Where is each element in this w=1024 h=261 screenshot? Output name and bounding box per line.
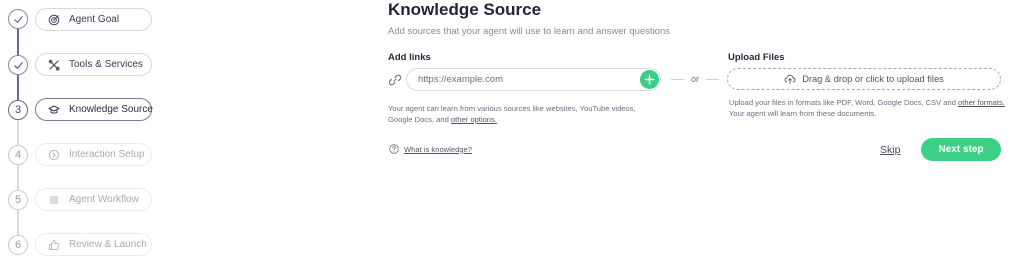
upload-files-label: Upload Files [728,52,785,63]
separator-line [671,78,684,80]
link-icon [388,73,402,86]
step-6-review-launch[interactable]: Review & Launch [35,233,152,256]
target-icon [48,14,60,26]
step-number: 6 [14,239,22,251]
tools-icon [48,59,60,71]
graduation-cap-icon [48,104,60,116]
step-connector [17,165,19,190]
upload-help-text: Upload your files in formats like PDF, W… [729,97,1019,119]
cloud-upload-icon [784,73,796,85]
next-step-button[interactable]: Next step [921,138,1001,161]
step-1-agent-goal[interactable]: Agent Goal [35,8,152,31]
plus-icon [644,74,655,85]
step-3-indicator: 3 [8,100,28,120]
list-icon [48,194,60,206]
separator-line [706,78,720,80]
other-formats-link[interactable]: other formats. [958,98,1005,107]
file-dropzone[interactable]: Drag & drop or click to upload files [727,68,1001,90]
dropzone-text: Drag & drop or click to upload files [802,74,944,84]
step-number: 4 [14,149,22,161]
step-6-indicator: 6 [8,235,28,255]
step-5-indicator: 5 [8,190,28,210]
upload-help-suffix: Your agent will learn from these documen… [729,109,877,118]
page-title: Knowledge Source [388,0,542,19]
url-input[interactable] [406,68,661,91]
upload-help-prefix: Upload your files in formats like PDF, W… [729,98,959,107]
thumbs-up-icon [48,239,60,251]
step-1-indicator [8,9,28,29]
step-label: Agent Workflow [69,194,139,205]
what-is-knowledge-link[interactable]: What is knowledge? [404,145,472,154]
step-connector [17,75,19,100]
step-4-indicator: 4 [8,145,28,165]
step-label: Agent Goal [69,14,120,25]
step-label: Knowledge Source [69,104,153,115]
page-subtitle: Add sources that your agent will use to … [388,26,670,37]
add-links-label: Add links [388,52,431,63]
skip-button[interactable]: Skip [880,144,900,156]
other-options-link[interactable]: other options. [451,115,497,124]
add-link-button[interactable] [640,70,659,89]
step-connector [17,29,19,55]
step-label: Interaction Setup [69,149,145,160]
step-connector [17,210,19,235]
step-number: 3 [14,104,22,116]
step-label: Tools & Services [69,59,143,70]
progress-stepper: Agent Goal Tools & Services 3 Knowledge … [0,0,170,261]
links-help-text: Your agent can learn from various source… [388,103,656,125]
what-is-knowledge-link-row: What is knowledge? [389,144,472,154]
or-separator: or [671,74,720,84]
step-2-tools-services[interactable]: Tools & Services [35,53,152,76]
step-connector [17,120,19,145]
interaction-icon [48,149,60,161]
help-circle-icon [389,144,399,154]
or-text: or [691,74,700,84]
step-2-indicator [8,55,28,75]
step-4-interaction-setup[interactable]: Interaction Setup [35,143,152,166]
checkmark-icon [13,15,23,23]
links-help-prefix: Your agent can learn from various source… [388,104,636,124]
step-label: Review & Launch [69,239,147,250]
step-number: 5 [14,194,22,206]
checkmark-icon [13,61,23,69]
step-3-knowledge-source[interactable]: Knowledge Source [35,98,153,121]
step-5-agent-workflow[interactable]: Agent Workflow [35,188,152,211]
